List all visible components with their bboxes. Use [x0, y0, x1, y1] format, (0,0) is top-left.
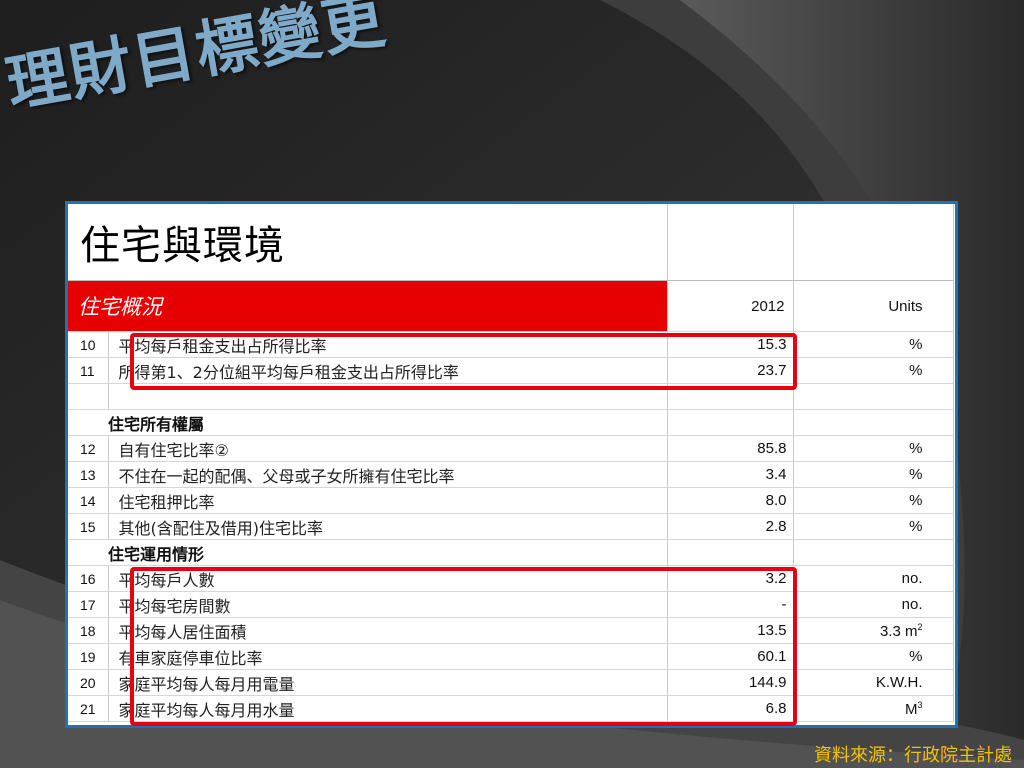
table-row: 12 自有住宅比率② 85.8 %	[68, 435, 954, 462]
group-label-ownership: 住宅所有權屬	[68, 409, 668, 436]
units-header: Units	[793, 280, 954, 332]
group-row: 住宅所有權屬	[68, 409, 954, 436]
source-note: 資料來源：行政院主計處	[814, 745, 1012, 766]
highlight-box-rent	[130, 333, 797, 390]
table-header-row: 住宅概況 2012 Units	[68, 280, 954, 332]
highlight-box-usage	[130, 567, 797, 726]
table-row: 13 不住在一起的配偶、父母或子女所擁有住宅比率 3.4 %	[68, 461, 954, 488]
table-title-row: 住宅與環境	[68, 204, 954, 281]
table-row: 14 住宅租押比率 8.0 %	[68, 487, 954, 514]
slide-title: 理財目標變更	[0, 0, 392, 122]
group-row: 住宅運用情形	[68, 539, 954, 566]
year-header: 2012	[667, 280, 794, 332]
table-title: 住宅與環境	[68, 204, 668, 281]
table-row: 15 其他(含配住及借用)住宅比率 2.8 %	[68, 513, 954, 540]
group-label-usage: 住宅運用情形	[68, 539, 668, 566]
section-heading: 住宅概況	[68, 280, 668, 332]
